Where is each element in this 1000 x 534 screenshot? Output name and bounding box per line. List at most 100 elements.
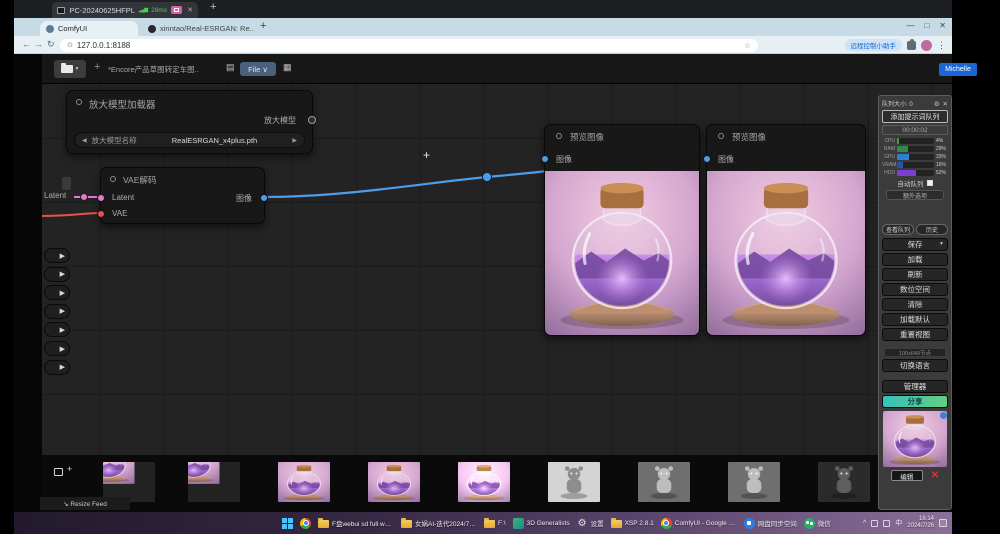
sidebar-button-1[interactable]: 加载 [882,253,948,266]
sidebar-button-0[interactable]: 保存▼ [882,238,948,251]
browser-menu-icon[interactable]: ⋮ [937,40,946,51]
taskbar-item-女娲AI-迭代2024/7宣传[interactable]: 女娲AI-迭代2024/7宣传 [401,518,477,528]
taskbar-item-3D Generalists[interactable]: 3D Generalists [513,518,570,529]
node-upscale-model-loader[interactable]: 放大模型加载器 放大模型 ◀ 放大模型名称 RealESRGAN_x4plus.… [66,90,313,154]
sidebar-button-6[interactable]: 重置视图 [882,328,948,341]
upscale-model-output-port[interactable] [308,116,316,124]
feed-thumbnail-7[interactable] [728,462,780,502]
taskbar-clock[interactable]: 16:14 2024/7/26 [907,516,934,530]
queue-prompt-button[interactable]: 添加提示词队列 [882,110,948,123]
maximize-window-icon[interactable]: □ [924,21,929,30]
feed-thumbnail-6[interactable] [638,462,690,502]
latent-input-port[interactable] [97,194,105,202]
url-text[interactable]: 127.0.0.1:8188 [77,41,740,50]
assistant-badge[interactable]: 远程控制小助手 [845,39,903,51]
collapsed-node-1[interactable]: ▶ [44,267,70,282]
image-input-port[interactable] [703,155,711,163]
taskbar-item-ComfyUI - Google Chro...[interactable]: ComfyUI - Google Chro... [661,518,737,529]
collapsed-node-6[interactable]: ▶ [44,360,70,375]
execution-timer: 00:00:02 [882,125,948,135]
taskbar-item-设置[interactable]: ⚙设置 [577,518,604,529]
save-workflow-icon[interactable]: ▤ [226,62,235,73]
url-field[interactable]: ⊙ 127.0.0.1:8188 ☆ [60,39,758,52]
switch-locale-button[interactable]: 切换语言 [882,359,948,372]
grid-view-icon[interactable]: ▦ [283,62,292,73]
collapsed-node-5[interactable]: ▶ [44,341,70,356]
browser-tab-comfyui[interactable]: ComfyUI [40,21,138,36]
node-preview-image-1[interactable]: 预览图像 图像 [544,124,700,336]
extensions-icon[interactable] [907,41,916,50]
close-window-icon[interactable]: ✕ [939,21,946,30]
remote-session-tab[interactable]: PC-20240625HFPL ▂▄▆ 28ms ✕ [52,2,198,18]
tray-chevron-icon[interactable]: ^ [863,520,866,527]
feed-thumbnail-8[interactable] [818,462,870,502]
taskbar-item-XSP 2.8.1[interactable]: XSP 2.8.1 [611,518,654,528]
new-workflow-button[interactable]: + [94,61,100,73]
taskbar-item-windows[interactable] [282,518,293,529]
notification-center-icon[interactable] [939,519,947,527]
collapsed-node-4[interactable]: ▶ [44,322,70,337]
feed-thumbnail-2[interactable] [278,462,330,502]
browser-tab-github[interactable]: xinntao/Real-ESRGAN: Re... ✕ [142,21,254,36]
new-session-button[interactable]: + [210,1,216,13]
taskbar-item-F盘webui sd full web...[interactable]: F盘webui sd full web... [318,518,394,528]
feed-window-icon[interactable] [54,468,63,476]
file-menu-button[interactable]: File ∨ [240,62,276,76]
taskbar-item-F:\[interactable]: F:\ [484,518,506,528]
ime-language-indicator[interactable]: 中 [895,518,902,528]
auto-queue-row[interactable]: 自动队列 [882,177,948,188]
sidebar-button-2[interactable]: 刷新 [882,268,948,281]
latest-result-thumbnail[interactable] [883,411,947,467]
feed-thumbnail-1[interactable] [188,462,240,502]
bookmark-star-icon[interactable]: ☆ [744,41,751,50]
sidebar-button-3[interactable]: 数位空间 [882,283,948,296]
feed-pin-icon[interactable]: + [67,464,72,474]
close-panel-icon[interactable]: ✕ [943,100,948,108]
tray-icon[interactable] [871,520,878,527]
settings-gear-icon[interactable]: ⚙ [934,100,940,108]
view-queue-button[interactable]: 查看队列 [882,224,914,235]
feed-thumbnail-4[interactable] [458,462,510,502]
taskbar-item-chrome[interactable] [300,518,311,529]
manager-button[interactable]: 管理器 [882,380,948,393]
taskbar-item-微信[interactable]: 微信 [804,518,831,529]
new-tab-button[interactable]: + [260,20,266,32]
extra-options-button[interactable]: 额外选项 [886,190,944,200]
resize-feed-handle[interactable]: ↘ Resize Feed [40,497,130,510]
tray-icon[interactable] [883,520,890,527]
vae-input-port[interactable] [97,210,105,218]
workflows-folder-button[interactable]: ▼ [54,60,86,78]
taskbar-item-网盘同步空间[interactable]: 网盘同步空间 [744,518,797,529]
collapsed-node-3[interactable]: ▶ [44,304,70,319]
sidebar-button-4[interactable]: 清除 [882,298,948,311]
save-dropdown-arrow[interactable]: ▼ [939,241,944,247]
auto-queue-checkbox[interactable] [927,180,933,186]
feed-thumbnail-3[interactable] [368,462,420,502]
node-vae-decode[interactable]: VAE解码 Latent VAE 图像 [100,167,265,224]
node-preview-image-2[interactable]: 预览图像 图像 [706,124,866,336]
minimize-window-icon[interactable]: — [906,21,914,30]
close-session-icon[interactable]: ✕ [187,6,193,14]
sidebar-button-5[interactable]: 加载默认 [882,313,948,326]
back-icon[interactable]: ← [22,39,31,49]
feed-thumbnail-0[interactable] [103,462,155,502]
delete-icon[interactable]: ✕ [931,471,939,481]
next-value-icon[interactable]: ▶ [292,137,297,144]
collapsed-node-2[interactable]: ▶ [44,285,70,300]
model-name-widget[interactable]: ◀ 放大模型名称 RealESRGAN_x4plus.pth ▶ [74,132,305,148]
prev-value-icon[interactable]: ◀ [82,137,87,144]
share-button[interactable]: 分享 [882,395,948,408]
site-info-icon[interactable]: ⊙ [67,41,73,49]
reload-icon[interactable]: ↻ [47,39,55,50]
node-info-mini-button[interactable]: 100x640节点 [884,348,946,357]
workflow-tab[interactable]: *Encore产品草图转定车图.. [108,64,199,75]
image-output-port[interactable] [260,194,268,202]
user-button[interactable]: Michelle [939,63,977,76]
collapsed-node-0[interactable]: ▶ [44,248,70,263]
view-history-button[interactable]: 历史 [916,224,948,235]
edit-button[interactable]: 编辑 [891,470,923,481]
profile-avatar[interactable] [921,40,932,51]
feed-thumbnail-5[interactable] [548,462,600,502]
image-input-port[interactable] [541,155,549,163]
forward-icon[interactable]: → [34,39,43,49]
